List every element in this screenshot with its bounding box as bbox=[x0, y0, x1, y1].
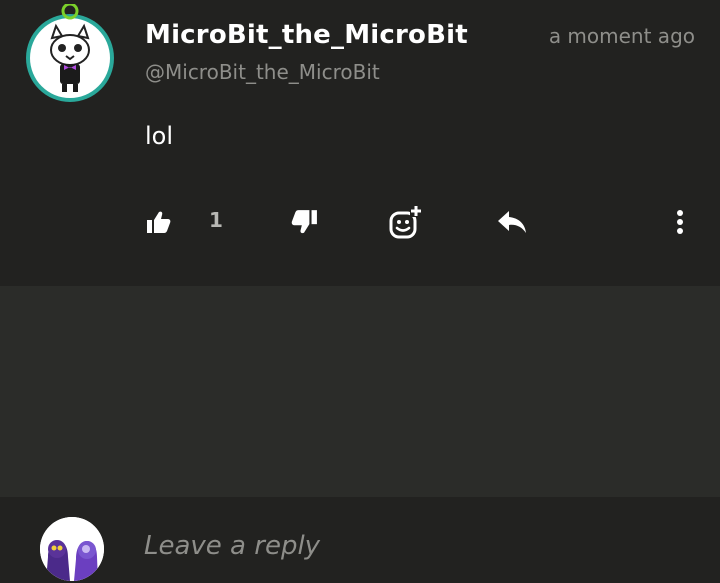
username[interactable]: MicroBit_the_MicroBit bbox=[145, 20, 468, 50]
thumbs-up-icon bbox=[146, 209, 172, 235]
more-vertical-icon bbox=[668, 208, 692, 236]
dislike-button[interactable] bbox=[290, 204, 318, 240]
like-button[interactable] bbox=[146, 204, 172, 240]
comment-spacer bbox=[0, 286, 720, 497]
comment-body: lol bbox=[145, 122, 174, 150]
user-avatar[interactable] bbox=[22, 2, 122, 104]
thumbs-down-icon bbox=[290, 208, 318, 236]
reply-arrow-icon bbox=[496, 208, 528, 236]
reply-bar bbox=[0, 497, 720, 583]
current-user-avatar[interactable] bbox=[40, 517, 104, 581]
like-count: 1 bbox=[209, 208, 223, 232]
add-reaction-icon bbox=[388, 204, 424, 240]
reply-button[interactable] bbox=[496, 204, 528, 240]
reply-input[interactable]: Leave a reply bbox=[144, 531, 320, 561]
user-handle[interactable]: @MicroBit_the_MicroBit bbox=[145, 60, 380, 84]
comment-timestamp: a moment ago bbox=[548, 24, 695, 48]
more-options-button[interactable] bbox=[668, 204, 692, 240]
comment-card: MicroBit_the_MicroBit @MicroBit_the_Micr… bbox=[0, 0, 720, 286]
add-reaction-button[interactable] bbox=[388, 204, 424, 240]
